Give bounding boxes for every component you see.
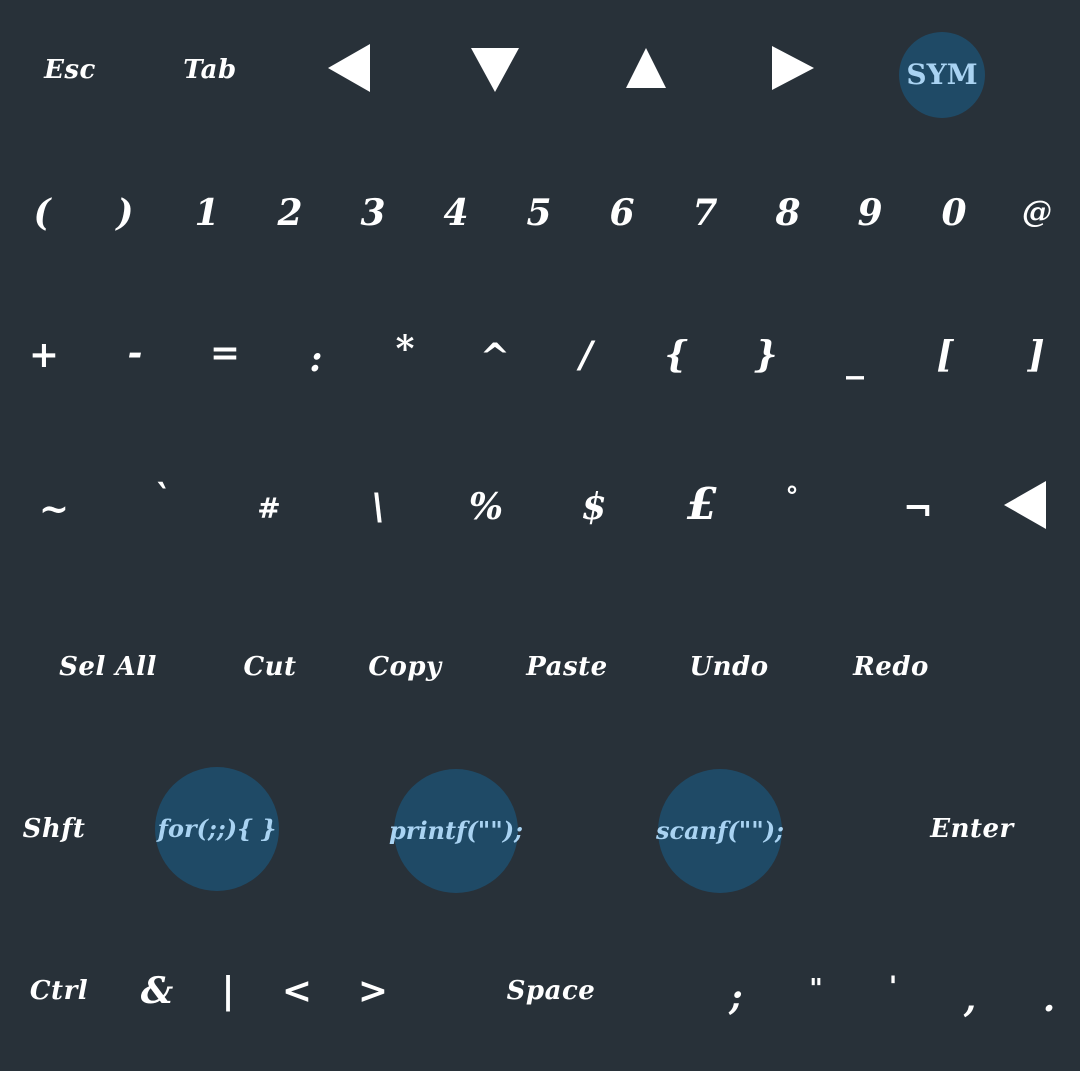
key-close-paren[interactable]: ) bbox=[116, 195, 133, 231]
esc-key[interactable]: Esc bbox=[44, 57, 96, 83]
key-backslash[interactable]: \ bbox=[371, 489, 384, 525]
key-double-quote[interactable]: " bbox=[809, 976, 823, 1002]
key-8[interactable]: 8 bbox=[775, 195, 800, 231]
key-open-bracket[interactable]: [ bbox=[936, 337, 953, 373]
key-1[interactable]: 1 bbox=[194, 195, 219, 231]
key-less-than[interactable]: < bbox=[282, 973, 312, 1009]
key-tilde[interactable]: ~ bbox=[39, 491, 69, 527]
key-6[interactable]: 6 bbox=[609, 195, 634, 231]
for-loop-snippet-button[interactable]: for(;;){ } bbox=[155, 767, 279, 891]
key-not[interactable]: ¬ bbox=[903, 491, 933, 527]
tab-key[interactable]: Tab bbox=[183, 57, 236, 83]
arrow-right-key[interactable] bbox=[772, 46, 814, 90]
key-minus[interactable]: - bbox=[128, 335, 143, 371]
key-greater-than[interactable]: > bbox=[358, 973, 388, 1009]
symbol-keyboard: Esc Tab SYM ( ) 1 2 3 4 5 6 7 8 9 0 @ + … bbox=[0, 0, 1080, 1071]
key-plus[interactable]: + bbox=[29, 337, 59, 373]
key-pipe[interactable]: | bbox=[221, 973, 234, 1009]
key-ampersand[interactable]: & bbox=[141, 973, 174, 1009]
arrow-up-key[interactable] bbox=[626, 48, 666, 88]
sym-toggle-button[interactable]: SYM bbox=[899, 32, 985, 118]
shift-key[interactable]: Shft bbox=[23, 816, 86, 842]
select-all-button[interactable]: Sel All bbox=[59, 654, 157, 680]
paste-button[interactable]: Paste bbox=[526, 654, 607, 680]
key-degree[interactable]: ° bbox=[786, 484, 799, 510]
right-arrow-icon bbox=[772, 46, 814, 90]
undo-button[interactable]: Undo bbox=[689, 654, 768, 680]
redo-button[interactable]: Redo bbox=[853, 654, 929, 680]
space-key[interactable]: Space bbox=[507, 978, 596, 1004]
key-close-bracket[interactable]: ] bbox=[1027, 337, 1044, 373]
key-open-paren[interactable]: ( bbox=[33, 195, 50, 231]
cut-button[interactable]: Cut bbox=[243, 654, 296, 680]
enter-key[interactable]: Enter bbox=[930, 816, 1013, 842]
scanf-snippet-button[interactable]: scanf(""); bbox=[656, 769, 784, 893]
left-arrow-icon bbox=[328, 44, 370, 92]
key-open-brace[interactable]: { bbox=[664, 337, 687, 373]
backspace-arrow-icon bbox=[1004, 481, 1046, 529]
key-close-brace[interactable]: } bbox=[754, 337, 777, 373]
key-comma[interactable]: , bbox=[964, 981, 977, 1017]
key-period[interactable]: . bbox=[1043, 981, 1056, 1017]
key-pound[interactable]: £ bbox=[687, 483, 718, 527]
key-backtick[interactable]: ` bbox=[153, 481, 171, 517]
printf-snippet-button[interactable]: printf(""); bbox=[389, 769, 523, 893]
ctrl-key[interactable]: Ctrl bbox=[30, 978, 88, 1004]
key-single-quote[interactable]: ' bbox=[889, 973, 898, 1001]
key-colon[interactable]: : bbox=[309, 341, 322, 377]
key-2[interactable]: 2 bbox=[277, 195, 302, 231]
key-7[interactable]: 7 bbox=[692, 195, 717, 231]
key-percent[interactable]: % bbox=[469, 489, 503, 525]
arrow-down-key[interactable] bbox=[471, 48, 519, 92]
key-5[interactable]: 5 bbox=[526, 195, 551, 231]
backspace-key[interactable] bbox=[1004, 481, 1046, 529]
key-3[interactable]: 3 bbox=[360, 195, 385, 231]
up-arrow-icon bbox=[626, 48, 666, 88]
key-dollar[interactable]: $ bbox=[581, 489, 606, 525]
key-caret[interactable]: ^ bbox=[480, 339, 510, 375]
copy-button[interactable]: Copy bbox=[368, 654, 441, 680]
key-semicolon[interactable]: ; bbox=[729, 979, 742, 1015]
key-at[interactable]: @ bbox=[1022, 198, 1052, 228]
down-arrow-icon bbox=[471, 48, 519, 92]
key-9[interactable]: 9 bbox=[857, 195, 882, 231]
key-asterisk[interactable]: * bbox=[396, 331, 415, 367]
key-hash[interactable]: # bbox=[257, 495, 280, 523]
arrow-left-key[interactable] bbox=[328, 44, 370, 92]
key-equals[interactable]: = bbox=[210, 335, 240, 371]
key-0[interactable]: 0 bbox=[941, 195, 966, 231]
key-4[interactable]: 4 bbox=[443, 195, 468, 231]
key-underscore[interactable]: _ bbox=[846, 341, 864, 377]
key-slash[interactable]: / bbox=[579, 337, 592, 373]
